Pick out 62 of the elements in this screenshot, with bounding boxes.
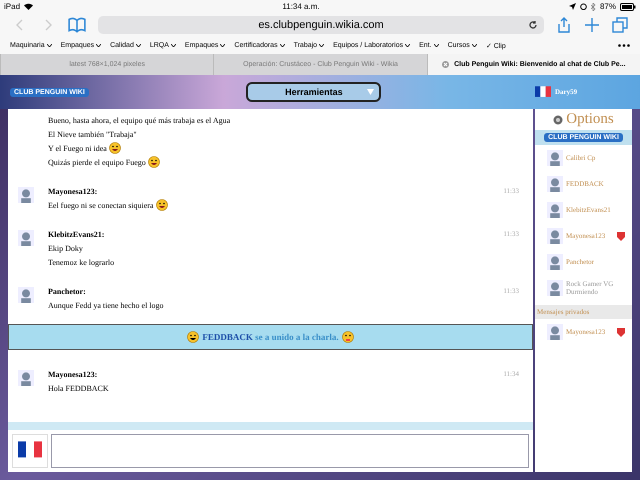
message-text: Ekip Doky xyxy=(48,244,83,252)
address-bar[interactable]: es.clubpenguin.wikia.com xyxy=(98,16,544,34)
chevron-down-icon xyxy=(280,44,285,47)
laughing-face-icon xyxy=(148,156,160,168)
message-author: Mayonesa123: xyxy=(48,370,98,379)
location-arrow-icon xyxy=(568,3,576,10)
message-text: Bueno, hasta ahora, el equipo qué más trabaja es el Agua xyxy=(48,116,230,124)
message-text: Quizás pierde el equipo Fuego xyxy=(48,158,146,166)
plus-icon[interactable] xyxy=(584,17,600,33)
clock-time: 11:34 a.m. xyxy=(282,2,320,11)
message-text: El Nieve también "Trabaja" xyxy=(48,130,137,138)
smiling-face-icon xyxy=(187,331,200,343)
laughing-face-icon xyxy=(156,199,168,211)
avatar-icon xyxy=(547,176,563,192)
avatar-icon xyxy=(547,324,563,340)
message-text: Y el Fuego ni idea xyxy=(48,144,107,152)
chevron-down-icon xyxy=(220,44,226,47)
join-message: FEDDBACK se a unido a la charla. xyxy=(202,332,339,342)
france-flag-icon xyxy=(535,86,551,98)
reload-icon[interactable] xyxy=(528,20,538,30)
message-author: KlebitzEvans21: xyxy=(48,230,106,239)
battery-icon xyxy=(620,2,636,10)
chevron-down-icon xyxy=(96,44,102,47)
tabs-icon[interactable] xyxy=(612,17,628,33)
share-icon[interactable] xyxy=(556,17,572,33)
avatar-icon xyxy=(547,280,563,296)
alarm-clock-icon xyxy=(580,3,587,10)
battery-percentage: 87% xyxy=(600,2,616,11)
avatar-icon xyxy=(547,202,563,218)
chevron-down-icon xyxy=(46,44,52,47)
avatar-icon xyxy=(18,230,34,246)
avatar-icon xyxy=(547,150,563,166)
avatar-icon xyxy=(18,370,34,386)
more-icon[interactable] xyxy=(618,44,630,47)
wifi-icon xyxy=(24,3,34,10)
tongue-face-icon xyxy=(342,331,354,343)
laughing-face-icon xyxy=(108,142,121,154)
gear-icon xyxy=(553,114,564,124)
message-author: Mayonesa123: xyxy=(48,187,98,196)
message-text: Eel fuego ni se conectan siquiera xyxy=(48,200,154,210)
message-text: Aunque Fedd ya tiene hecho el logo xyxy=(48,300,164,310)
dropdown-triangle-icon xyxy=(367,89,374,95)
chevron-down-icon xyxy=(170,44,176,47)
message-input-field[interactable] xyxy=(51,434,529,468)
chevron-down-icon xyxy=(405,44,410,47)
chevron-down-icon xyxy=(434,44,439,47)
book-icon[interactable] xyxy=(68,16,86,34)
avatar-icon xyxy=(18,187,34,203)
message-author: Panchetor: xyxy=(48,287,87,296)
message-text: Tenemoz ke lograrlo xyxy=(48,258,114,266)
message-text: Hola FEDDBACK xyxy=(48,384,109,392)
avatar-icon xyxy=(18,287,34,303)
chevron-down-icon xyxy=(319,44,324,47)
chevron-down-icon xyxy=(472,44,477,47)
france-flag-icon xyxy=(18,441,42,458)
avatar-icon xyxy=(547,254,563,270)
chevron-down-icon xyxy=(136,44,141,47)
close-icon[interactable] xyxy=(442,61,450,68)
bluetooth-icon xyxy=(590,2,596,10)
tools-dropdown[interactable]: Herramientas xyxy=(246,82,382,102)
device-name: iPad xyxy=(4,2,20,11)
avatar-icon xyxy=(547,228,563,244)
